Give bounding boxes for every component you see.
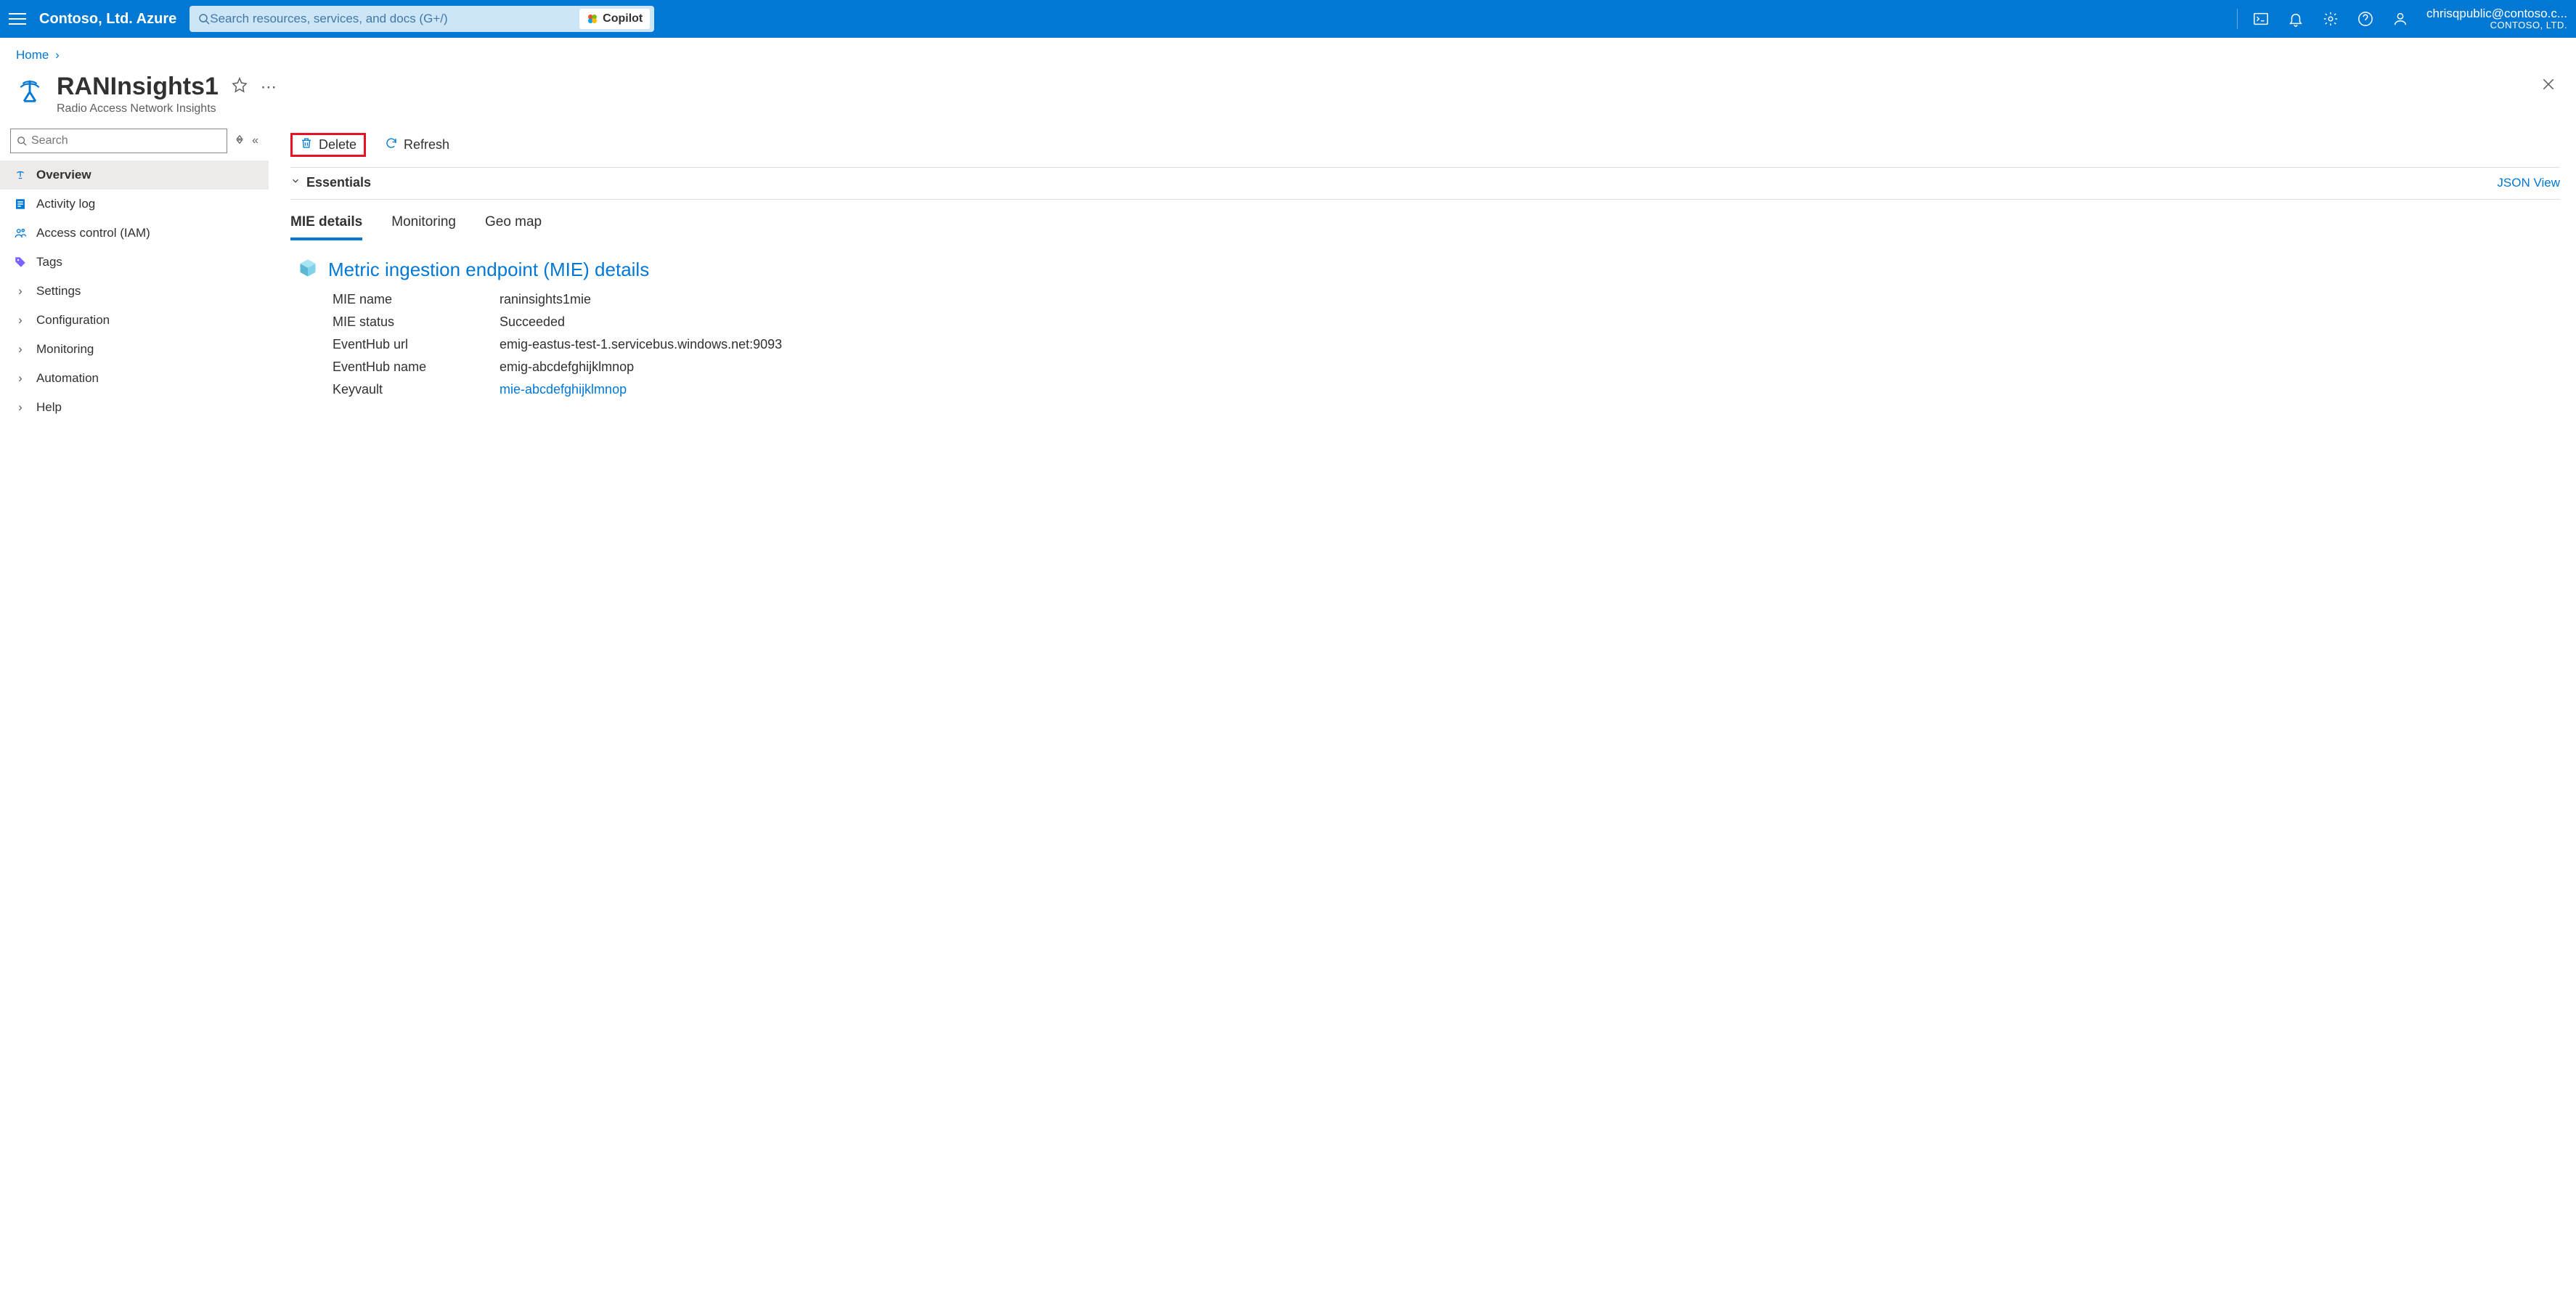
sidebar-item-label: Settings [36, 284, 81, 298]
account-email: chrisqpublic@contoso.c... [2426, 7, 2567, 21]
delete-label: Delete [319, 137, 356, 153]
sidebar-item-label: Overview [36, 168, 91, 182]
command-bar: Delete Refresh [290, 129, 2560, 168]
copilot-button[interactable]: Copilot [579, 9, 650, 29]
copilot-icon [587, 13, 598, 25]
help-icon[interactable] [2351, 4, 2380, 33]
sidebar-menu: Overview Activity log Access control (IA… [0, 161, 269, 422]
breadcrumb-home[interactable]: Home [16, 48, 49, 62]
chevron-right-icon: › [13, 313, 28, 328]
chevron-right-icon: › [13, 400, 28, 415]
sidebar-item-access-control[interactable]: Access control (IAM) [0, 219, 269, 248]
account-info[interactable]: chrisqpublic@contoso.c... CONTOSO, LTD. [2426, 7, 2567, 31]
tab-geo-map[interactable]: Geo map [485, 210, 542, 240]
activity-log-icon [13, 197, 28, 211]
sidebar-item-label: Monitoring [36, 342, 94, 357]
keyvault-label: Keyvault [333, 382, 500, 397]
sidebar-item-configuration[interactable]: › Configuration [0, 306, 269, 335]
sidebar-item-label: Activity log [36, 197, 95, 211]
feedback-icon[interactable] [2386, 4, 2415, 33]
sidebar-item-label: Tags [36, 255, 62, 269]
cloud-shell-icon[interactable] [2246, 4, 2275, 33]
essentials-header[interactable]: Essentials JSON View [290, 168, 2560, 200]
eventhub-name-value: emig-abcdefghijklmnop [500, 360, 2560, 375]
overview-icon [13, 168, 28, 182]
breadcrumb: Home › [0, 38, 2576, 68]
global-search[interactable]: Copilot [189, 6, 654, 32]
sidebar-item-settings[interactable]: › Settings [0, 277, 269, 306]
sidebar-item-label: Configuration [36, 313, 110, 328]
chevron-right-icon: › [13, 371, 28, 386]
mie-section: Metric ingestion endpoint (MIE) details … [290, 240, 2560, 397]
copilot-label: Copilot [603, 12, 643, 25]
mie-status-value: Succeeded [500, 314, 2560, 330]
sort-icon[interactable] [235, 134, 245, 148]
eventhub-name-label: EventHub name [333, 360, 500, 375]
sidebar-item-tags[interactable]: Tags [0, 248, 269, 277]
notifications-icon[interactable] [2281, 4, 2310, 33]
search-icon [17, 136, 27, 146]
refresh-label: Refresh [404, 137, 449, 153]
tags-icon [13, 255, 28, 269]
eventhub-url-label: EventHub url [333, 337, 500, 352]
mie-name-label: MIE name [333, 292, 500, 307]
tabs: MIE details Monitoring Geo map [290, 200, 2560, 240]
resource-title: RANInsights1 [57, 73, 219, 101]
account-tenant: CONTOSO, LTD. [2426, 20, 2567, 31]
sidebar-search-input[interactable] [31, 134, 221, 147]
sidebar-item-label: Access control (IAM) [36, 226, 150, 240]
refresh-icon [385, 137, 398, 153]
resource-type-icon [16, 77, 45, 106]
top-icon-bar: chrisqpublic@contoso.c... CONTOSO, LTD. [2234, 4, 2567, 33]
sidebar-item-help[interactable]: › Help [0, 393, 269, 422]
eventhub-url-value: emig-eastus-test-1.servicebus.windows.ne… [500, 337, 2560, 352]
resource-header: RANInsights1 ⋯ Radio Access Network Insi… [0, 68, 2576, 129]
sidebar-item-automation[interactable]: › Automation [0, 364, 269, 393]
favorite-star-icon[interactable] [232, 77, 248, 97]
sidebar-search[interactable] [10, 129, 227, 153]
portal-brand[interactable]: Contoso, Ltd. Azure [39, 11, 176, 28]
access-control-icon [13, 226, 28, 240]
sidebar-item-activity-log[interactable]: Activity log [0, 190, 269, 219]
refresh-button[interactable]: Refresh [379, 134, 455, 156]
resource-subtitle: Radio Access Network Insights [57, 102, 2525, 115]
sidebar-item-monitoring[interactable]: › Monitoring [0, 335, 269, 364]
delete-button[interactable]: Delete [290, 133, 366, 157]
collapse-sidebar-icon[interactable]: « [252, 134, 258, 147]
divider [2237, 9, 2238, 29]
mie-details-list: MIE name raninsights1mie MIE status Succ… [298, 282, 2560, 397]
sidebar: « Overview Activity log Access control (… [0, 129, 269, 422]
mie-section-title: Metric ingestion endpoint (MIE) details [328, 259, 649, 281]
essentials-label: Essentials [306, 175, 371, 190]
chevron-right-icon: › [13, 342, 28, 357]
sidebar-item-label: Help [36, 400, 62, 415]
chevron-right-icon: › [13, 284, 28, 298]
main-pane: Delete Refresh Essentials JSON View MIE … [269, 129, 2576, 422]
mie-name-value: raninsights1mie [500, 292, 2560, 307]
sidebar-item-overview[interactable]: Overview [0, 161, 269, 190]
cube-icon [298, 258, 318, 282]
body-layout: « Overview Activity log Access control (… [0, 129, 2576, 422]
settings-gear-icon[interactable] [2316, 4, 2345, 33]
chevron-down-icon [290, 176, 301, 190]
mie-status-label: MIE status [333, 314, 500, 330]
tab-monitoring[interactable]: Monitoring [391, 210, 456, 240]
trash-icon [300, 137, 313, 153]
search-icon [198, 13, 210, 25]
more-actions-icon[interactable]: ⋯ [261, 78, 277, 97]
top-bar: Contoso, Ltd. Azure Copilot chrisqpublic… [0, 0, 2576, 38]
hamburger-menu-icon[interactable] [9, 10, 26, 28]
global-search-input[interactable] [210, 12, 579, 26]
chevron-right-icon: › [55, 48, 60, 62]
json-view-link[interactable]: JSON View [2497, 176, 2560, 190]
keyvault-link[interactable]: mie-abcdefghijklmnop [500, 382, 2560, 397]
sidebar-item-label: Automation [36, 371, 99, 386]
tab-mie-details[interactable]: MIE details [290, 210, 362, 240]
close-blade-icon[interactable] [2537, 73, 2560, 99]
